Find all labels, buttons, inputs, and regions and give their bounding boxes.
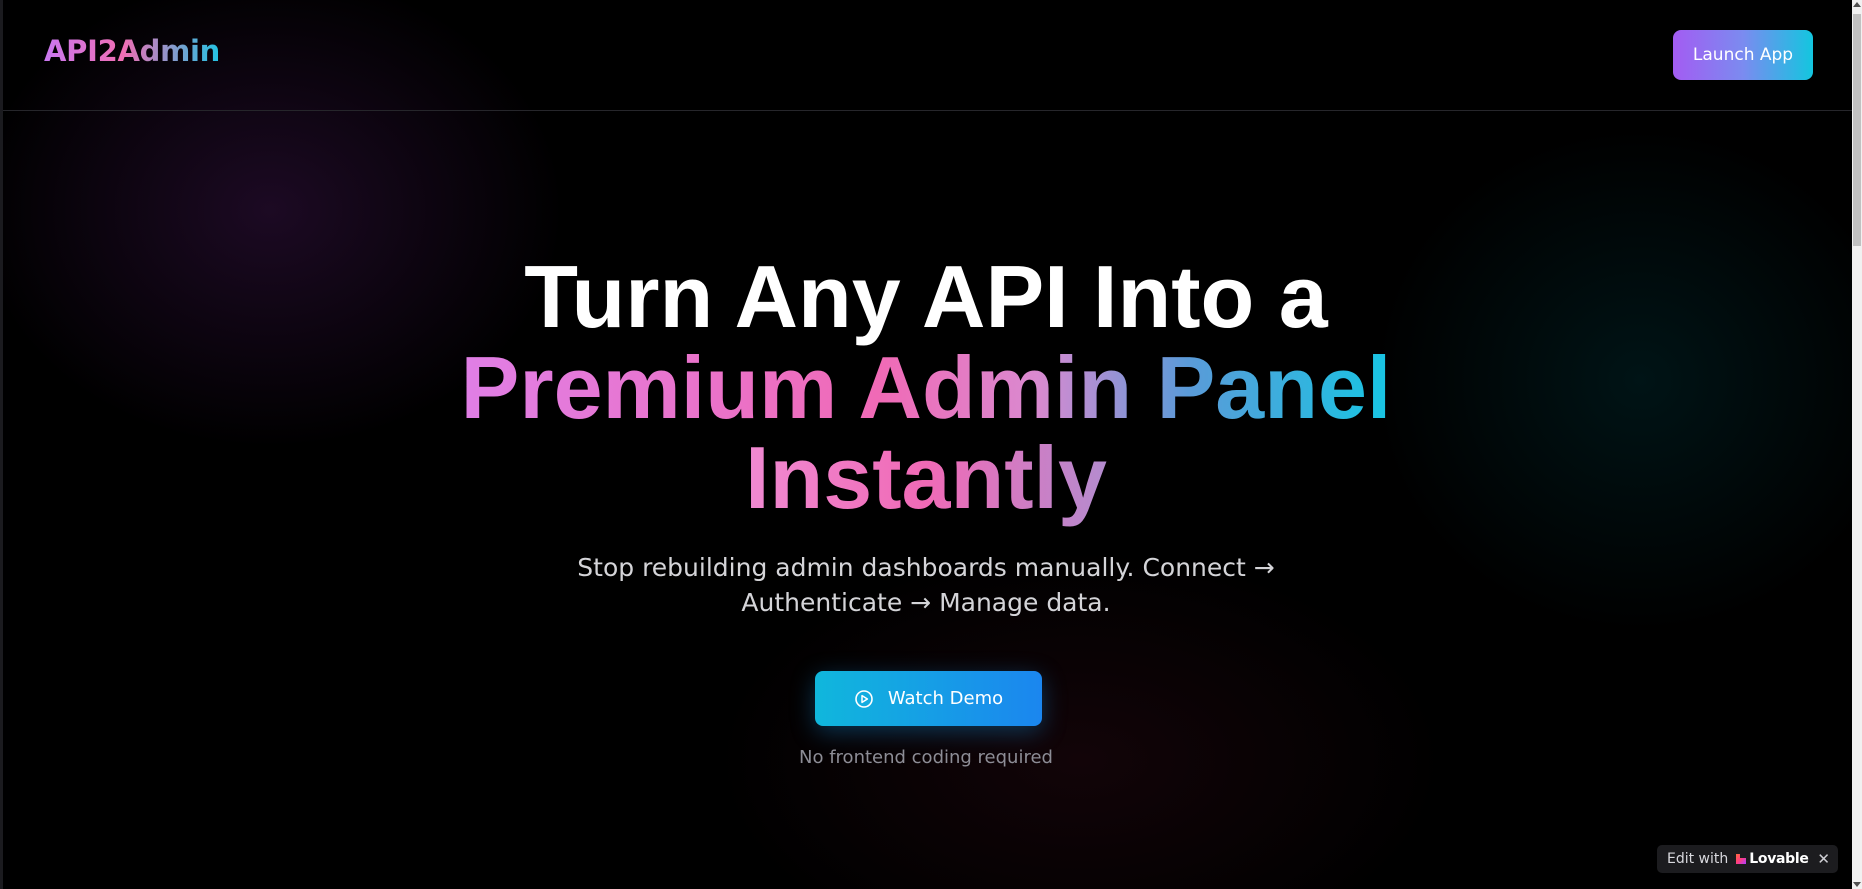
badge-brand: Lovable (1749, 851, 1809, 867)
close-icon[interactable]: ✕ (1817, 850, 1830, 868)
watch-demo-label: Watch Demo (887, 688, 1004, 709)
hero-note: No frontend coding required (799, 747, 1053, 768)
hero-subtitle: Stop rebuilding admin dashboards manuall… (577, 553, 1275, 617)
landing-page: API2Admin Launch App Turn Any API Into a… (0, 0, 1862, 889)
play-circle-icon (854, 689, 874, 709)
scroll-down-icon[interactable] (1853, 882, 1861, 887)
edit-with-lovable-badge[interactable]: Edit with Lovable ✕ (1657, 845, 1838, 873)
headline-line-1: Turn Any API Into a (524, 247, 1328, 346)
headline-line-2: Premium Admin Panel (0, 342, 1852, 434)
scrollbar-thumb[interactable] (1853, 14, 1861, 246)
headline-instantly: Instantly (745, 428, 1107, 527)
hero-section: Turn Any API Into a Premium Admin Panel … (0, 0, 1852, 889)
scrollbar[interactable] (1852, 0, 1862, 889)
headline-line-3: Instantly (0, 432, 1852, 524)
badge-prefix: Edit with (1667, 851, 1729, 867)
heart-icon (1735, 853, 1747, 865)
watch-demo-button[interactable]: Watch Demo (815, 671, 1042, 726)
scroll-up-icon[interactable] (1853, 2, 1861, 7)
headline-highlight: Premium Admin Panel (460, 338, 1392, 437)
